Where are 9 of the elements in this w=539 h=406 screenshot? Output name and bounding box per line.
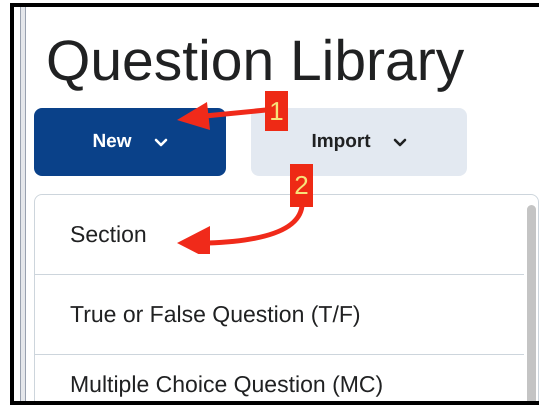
new-button[interactable]: New xyxy=(34,108,226,176)
chevron-down-icon xyxy=(154,138,168,146)
menu-item[interactable]: True or False Question (T/F) xyxy=(35,275,524,355)
chevron-down-icon xyxy=(392,138,407,146)
menu-item[interactable]: Multiple Choice Question (MC) xyxy=(35,355,524,401)
step-number-badge: 1 xyxy=(265,91,288,131)
scrollbar-thumb[interactable] xyxy=(526,205,536,401)
step-number-badge: 2 xyxy=(290,164,313,207)
page-title: Question Library xyxy=(46,33,464,90)
